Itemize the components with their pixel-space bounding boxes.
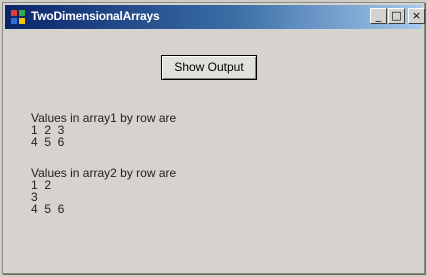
maximize-button[interactable]: □	[388, 8, 405, 24]
array2-row-3: 4 5 6	[31, 202, 65, 216]
title-bar[interactable]: TwoDimensionalArrays _ □ ×	[5, 5, 425, 29]
array2-row-1: 1 2	[31, 178, 52, 192]
show-output-button[interactable]: Show Output	[161, 55, 257, 80]
app-window: TwoDimensionalArrays _ □ × Show Output V…	[2, 2, 425, 274]
output-spacer	[31, 148, 176, 167]
output-area: Values in array1 by row are 1 2 3 4 5 6 …	[31, 112, 176, 215]
array1-row-2: 4 5 6	[31, 135, 65, 149]
array2-heading: Values in array2 by row are	[31, 166, 177, 180]
app-icon[interactable]	[10, 9, 26, 25]
window-title: TwoDimensionalArrays	[31, 9, 160, 23]
minimize-button[interactable]: _	[370, 8, 387, 24]
close-button[interactable]: ×	[408, 8, 425, 24]
